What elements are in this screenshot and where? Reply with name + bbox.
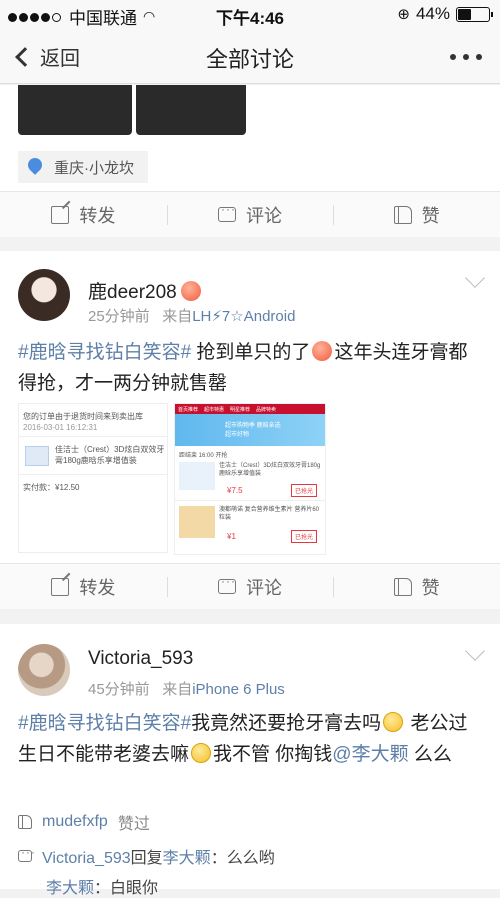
product-thumbnail xyxy=(25,446,49,466)
image-text: 佳洁士（Crest）3D炫白双效牙膏180g鹿晗乐享增值装 xyxy=(55,445,165,465)
nav-bar: 返回 全部讨论 xyxy=(0,28,500,84)
battery-percent: 44% xyxy=(415,4,450,23)
comment-icon xyxy=(218,574,236,594)
reply-text: ：么么哟 xyxy=(210,850,275,867)
thumbs-up-icon xyxy=(18,815,32,829)
emoji-icon xyxy=(312,341,333,361)
product-thumbnail xyxy=(179,462,215,490)
post-time: 45分钟前 xyxy=(88,681,150,698)
image-text: 已抢光 xyxy=(291,530,318,543)
comment-button[interactable]: 评论 xyxy=(166,564,334,609)
like-summary: mudefxfp 赞过 xyxy=(18,810,150,834)
chevron-down-icon[interactable] xyxy=(465,268,485,288)
avatar[interactable] xyxy=(18,644,70,696)
post-source[interactable]: iPhone 6 Plus xyxy=(192,681,285,698)
post-source[interactable]: LH⚡7☆Android xyxy=(192,308,295,325)
share-icon xyxy=(51,205,70,224)
source-prefix: 来自 xyxy=(162,308,193,325)
share-button[interactable]: 转发 xyxy=(0,564,167,609)
username[interactable]: 鹿deer208 xyxy=(88,277,203,304)
battery-icon xyxy=(456,6,493,22)
source-prefix: 来自 xyxy=(162,681,193,698)
emoji-icon xyxy=(191,743,212,763)
post-meta: 45分钟前 来自iPhone 6 Plus xyxy=(88,678,285,699)
more-options-button[interactable] xyxy=(450,54,482,60)
post-image[interactable]: 首页推荐 超市特惠 明星推荐 品牌特卖 超市购物季 鹿晗亲选超市好物 距结束 1… xyxy=(174,403,326,555)
username[interactable]: Victoria_593 xyxy=(88,648,193,670)
like-label: 赞 xyxy=(421,205,440,226)
like-label: 赞 xyxy=(421,577,440,598)
comment-icon xyxy=(18,845,36,862)
location-pin-icon xyxy=(28,158,42,176)
product-thumbnail xyxy=(179,506,215,538)
image-text: 已抢光 xyxy=(291,484,318,497)
thumbs-up-icon xyxy=(393,205,412,224)
reply-author[interactable]: Victoria_593 xyxy=(42,850,131,867)
post-text: #鹿晗寻找钻白笑容#我竟然还要抢牙膏去吗 老公过生日不能带老婆去嘛 我不管 你掏钱… xyxy=(18,708,484,770)
reply-verb: 回复 xyxy=(130,850,163,867)
comment-label: 评论 xyxy=(246,205,282,226)
emoji-icon xyxy=(180,281,201,301)
hashtag-link[interactable]: #鹿晗寻找钻白笑容# xyxy=(18,713,191,734)
post-actions: 转发 评论 赞 xyxy=(0,563,500,609)
avatar[interactable] xyxy=(18,269,70,321)
post-text: #鹿晗寻找钻白笑容# 抢到单只的了 这年头连牙膏都得抢，才一两分钟就售罄 xyxy=(18,337,484,399)
image-text: 2016-03-01 16:12:31 xyxy=(23,423,98,432)
image-banner: 超市购物季 鹿晗亲选超市好物 xyxy=(175,414,325,446)
post-image-partial xyxy=(250,85,270,135)
page-title: 全部讨论 xyxy=(205,47,294,72)
post-text-part: 么么 xyxy=(408,744,452,765)
image-text: 佳洁士（Crest）3D炫白双效牙膏180g鹿晗乐享增值装 xyxy=(219,463,321,477)
post-meta: 25分钟前 来自LH⚡7☆Android xyxy=(88,305,295,326)
emoji-icon xyxy=(383,712,404,732)
image-text: ¥7.5 xyxy=(227,486,243,495)
image-text: 您的订单由于退货时间来到卖出库 xyxy=(23,412,143,421)
image-tabbar: 首页推荐 超市特惠 明星推荐 品牌特卖 xyxy=(175,404,325,414)
post-image-partial xyxy=(136,85,246,135)
location-label: 重庆·小龙坎 xyxy=(54,159,134,177)
orientation-lock-icon: ⊕ xyxy=(397,6,410,23)
image-text: 实付款：¥12.50 xyxy=(23,483,80,492)
comment-label: 评论 xyxy=(246,577,282,598)
like-button[interactable]: 赞 xyxy=(333,192,500,237)
post-text-part: 我不管 你掏钱 xyxy=(213,744,333,765)
image-text: 澳都萌诺 复合营养维生素片 营养片60粒装 xyxy=(219,507,320,521)
comment-icon xyxy=(218,202,236,222)
reply-target[interactable]: 李大颗 xyxy=(163,850,211,867)
location-tag[interactable]: 重庆·小龙坎 xyxy=(18,151,148,183)
post-actions: 转发 评论 赞 xyxy=(0,191,500,237)
post-card: 鹿deer208 25分钟前 来自LH⚡7☆Android #鹿晗寻找钻白笑容#… xyxy=(0,251,500,609)
post-text-part: 我竟然还要抢牙膏去吗 xyxy=(191,713,382,734)
image-text: ¥1 xyxy=(227,532,236,541)
like-button[interactable]: 赞 xyxy=(333,564,500,609)
liker-name[interactable]: mudefxfp xyxy=(42,813,108,831)
image-text: 距结束 16:00 开抢 xyxy=(179,453,228,459)
chevron-down-icon[interactable] xyxy=(465,641,485,661)
share-icon xyxy=(51,577,70,596)
share-label: 转发 xyxy=(79,577,116,598)
post-time: 25分钟前 xyxy=(88,308,150,325)
hashtag-link[interactable]: #鹿晗寻找钻白笑容# xyxy=(18,342,191,363)
status-bar: 中国联通 ◠ 下午4:46 ⊕ 44% xyxy=(0,0,500,28)
comment-button[interactable]: 评论 xyxy=(166,192,334,237)
reply-item[interactable]: 李大颗：白眼你 xyxy=(46,874,158,898)
post-card: Victoria_593 45分钟前 来自iPhone 6 Plus #鹿晗寻找… xyxy=(0,624,500,897)
reply-item[interactable]: Victoria_593回复李大颗：么么哟 xyxy=(18,844,275,868)
like-text: 赞过 xyxy=(117,816,150,833)
post-card-previous: 重庆·小龙坎 转发 评论 赞 xyxy=(0,85,500,237)
post-image[interactable]: 您的订单由于退货时间来到卖出库 2016-03-01 16:12:31 佳洁士（… xyxy=(18,403,168,553)
post-image-partial xyxy=(18,85,132,135)
mention-link[interactable]: @李大颗 xyxy=(332,744,408,765)
thumbs-up-icon xyxy=(393,577,412,596)
share-button[interactable]: 转发 xyxy=(0,192,167,237)
post-text-part: 抢到单只的了 xyxy=(196,342,311,363)
share-label: 转发 xyxy=(79,205,116,226)
